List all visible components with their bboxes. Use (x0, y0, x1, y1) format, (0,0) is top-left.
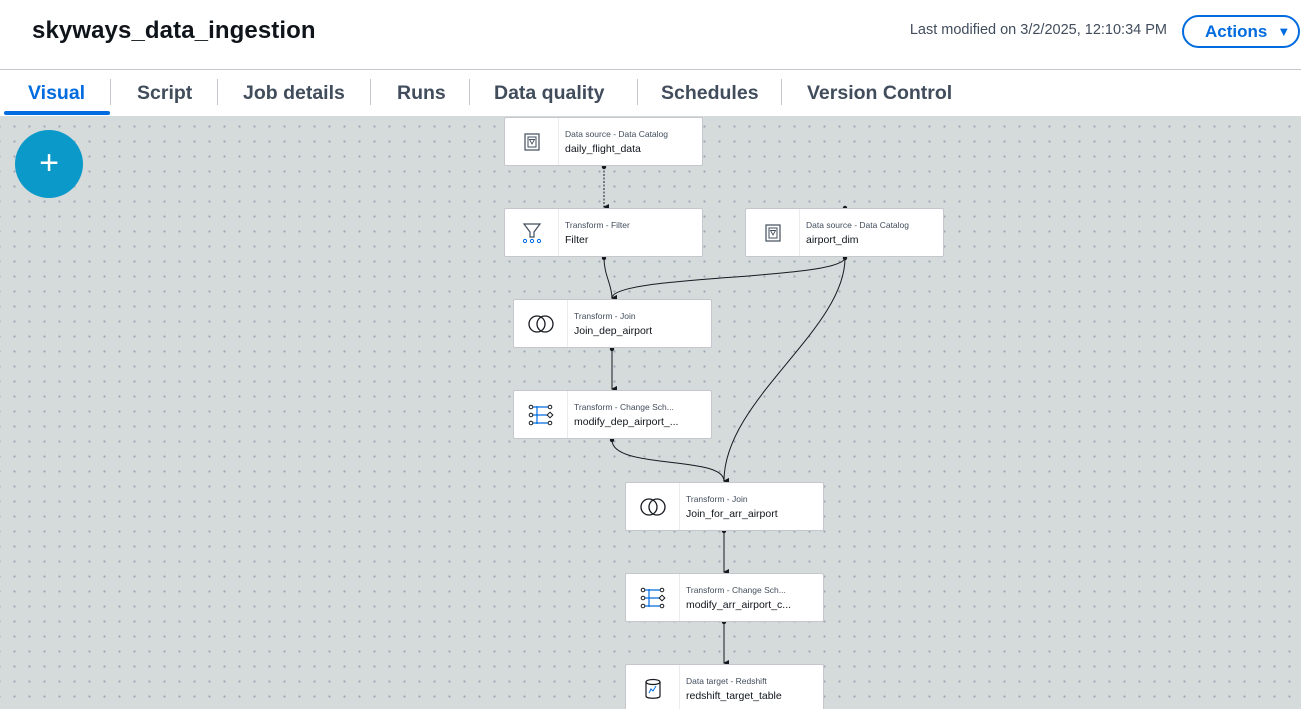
job-header: skyways_data_ingestion Last modified on … (0, 0, 1301, 70)
add-node-button[interactable]: + (15, 130, 83, 198)
node-name-label: airport_dim (806, 234, 859, 246)
catalog-icon (746, 209, 800, 256)
tab-script[interactable]: Script (137, 82, 192, 105)
node-type-label: Data target - Redshift (686, 676, 767, 686)
node-type-label: Data source - Data Catalog (806, 220, 909, 230)
node-name-label: modify_arr_airport_c... (686, 599, 792, 611)
node-join-dep-airport[interactable]: Transform - Join Join_dep_airport (513, 299, 712, 348)
actions-button-label: Actions (1205, 21, 1268, 41)
tab-divider (110, 79, 111, 105)
tab-divider (217, 79, 218, 105)
tab-divider (637, 79, 638, 105)
active-tab-indicator (4, 111, 110, 115)
plus-icon: + (39, 143, 59, 182)
job-title: skyways_data_ingestion (32, 17, 316, 44)
tab-runs[interactable]: Runs (397, 82, 446, 105)
node-name-label: Filter (565, 234, 589, 246)
node-name-label: daily_flight_data (565, 143, 641, 155)
node-type-label: Transform - Change Sch... (686, 585, 786, 595)
job-tabs: Visual Script Job details Runs Data qual… (0, 70, 1301, 116)
node-name-label: modify_dep_airport_... (574, 416, 679, 428)
node-filter[interactable]: Transform - Filter Filter (504, 208, 703, 257)
node-type-label: Transform - Join (686, 494, 748, 504)
node-name-label: redshift_target_table (686, 690, 782, 702)
tab-divider (469, 79, 470, 105)
caret-down-icon: ▼ (1277, 24, 1291, 39)
node-name-label: Join_for_arr_airport (686, 508, 778, 520)
node-type-label: Transform - Filter (565, 220, 630, 230)
tab-visual[interactable]: Visual (28, 82, 85, 105)
tab-divider (781, 79, 782, 105)
tab-version-control[interactable]: Version Control (807, 82, 952, 105)
join-icon (514, 300, 568, 347)
tab-schedules[interactable]: Schedules (661, 82, 759, 105)
tab-divider (370, 79, 371, 105)
node-type-label: Transform - Join (574, 311, 636, 321)
node-type-label: Data source - Data Catalog (565, 129, 668, 139)
node-modify-arr-airport[interactable]: Transform - Change Sch... modify_arr_air… (625, 573, 824, 622)
node-name-label: Join_dep_airport (574, 325, 653, 337)
schema-icon (626, 574, 680, 621)
last-modified-text: Last modified on 3/2/2025, 12:10:34 PM (909, 22, 1167, 38)
node-modify-dep-airport[interactable]: Transform - Change Sch... modify_dep_air… (513, 390, 712, 439)
node-daily-flight-data[interactable]: Data source - Data Catalog daily_flight_… (504, 117, 703, 166)
tab-data-quality[interactable]: Data quality (494, 82, 605, 105)
node-airport-dim[interactable]: Data source - Data Catalog airport_dim (745, 208, 944, 257)
actions-button[interactable]: Actions ▼ (1182, 15, 1300, 48)
node-join-for-arr-airport[interactable]: Transform - Join Join_for_arr_airport (625, 482, 824, 531)
filter-icon (505, 209, 559, 256)
redshift-icon (626, 665, 680, 709)
tab-job-details[interactable]: Job details (243, 82, 345, 105)
catalog-icon (505, 118, 559, 165)
node-type-label: Transform - Change Sch... (574, 402, 674, 412)
node-redshift-target-table[interactable]: Data target - Redshift redshift_target_t… (625, 664, 824, 709)
schema-icon (514, 391, 568, 438)
join-icon (626, 483, 680, 530)
